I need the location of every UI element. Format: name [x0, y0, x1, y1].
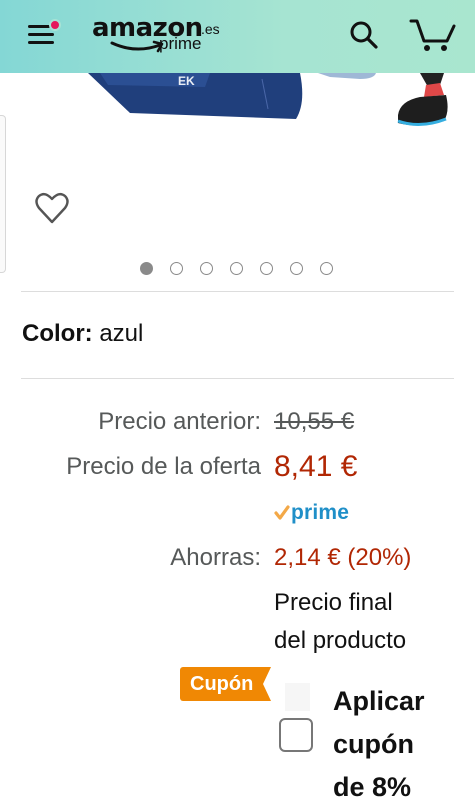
apply-coupon-line-1: Aplicar — [333, 686, 425, 716]
deal-price-label: Precio de la oferta — [66, 453, 261, 480]
savings-label: Ahorras: — [170, 544, 261, 571]
notification-dot — [49, 19, 61, 31]
image-carousel-indicator — [140, 262, 333, 278]
previous-price-label: Precio anterior: — [98, 408, 261, 435]
divider — [21, 378, 454, 379]
carousel-dot-5[interactable] — [260, 262, 273, 275]
deal-price-value: 8,41 € — [274, 450, 358, 483]
search-button[interactable] — [349, 20, 379, 50]
apply-coupon-label[interactable]: Aplicar cupón de 8% — [333, 680, 473, 800]
coupon-notch-icon — [259, 667, 271, 701]
coupon-badge-label: Cupón — [180, 667, 260, 701]
previous-price-value: 10,55 € — [274, 408, 355, 435]
top-navigation-bar: amazon .es prime — [0, 0, 475, 73]
apply-coupon-line-2: cupón — [333, 729, 414, 759]
final-price-note-line-1: Precio final — [274, 589, 393, 616]
carousel-dot-7[interactable] — [320, 262, 333, 275]
previous-image-handle[interactable] — [0, 115, 6, 273]
logo-domain: .es — [201, 21, 220, 37]
savings-value: 2,14 € (20%) — [274, 544, 412, 571]
search-icon — [350, 21, 378, 49]
amazon-prime-logo[interactable]: amazon .es prime — [92, 13, 227, 59]
divider — [21, 291, 454, 292]
carousel-dot-1[interactable] — [140, 262, 153, 275]
color-selection: Color: azul — [22, 320, 143, 348]
prime-check-icon — [274, 505, 290, 520]
carousel-dot-4[interactable] — [230, 262, 243, 275]
logo-smile-icon — [110, 40, 164, 53]
heart-outline-icon — [35, 192, 69, 224]
apply-coupon-checkbox[interactable] — [279, 718, 313, 752]
carousel-dot-3[interactable] — [200, 262, 213, 275]
apply-coupon-line-3: de 8% — [333, 772, 412, 800]
favorite-button[interactable] — [33, 189, 71, 227]
coupon-badge: Cupón — [180, 667, 271, 701]
product-image[interactable]: EK — [0, 73, 475, 133]
carousel-dot-2[interactable] — [170, 262, 183, 275]
coupon-shadow — [285, 683, 310, 711]
prime-label: prime — [291, 501, 350, 524]
carousel-dot-6[interactable] — [290, 262, 303, 275]
color-label: Color: — [22, 320, 93, 347]
cart-icon — [409, 19, 456, 51]
svg-text:EK: EK — [178, 74, 195, 88]
prime-badge: prime — [274, 500, 349, 526]
menu-button[interactable] — [26, 19, 61, 49]
final-price-note-line-2: del producto — [274, 627, 407, 654]
cart-button[interactable] — [409, 17, 457, 53]
color-value: azul — [99, 320, 144, 347]
